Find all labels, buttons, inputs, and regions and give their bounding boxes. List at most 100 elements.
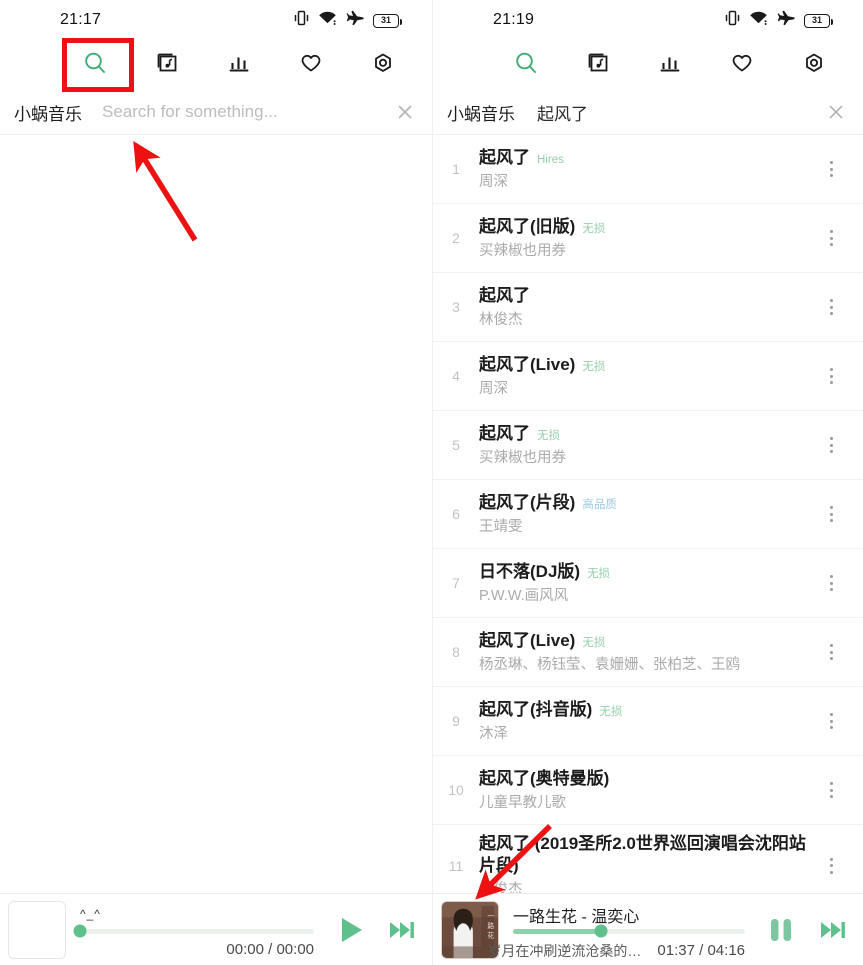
- ranking-chart-icon[interactable]: [222, 46, 256, 80]
- quality-badge: 无损: [582, 637, 606, 650]
- song-title: 起风了: [479, 286, 530, 306]
- search-bar-left: 小蜗音乐: [0, 90, 432, 135]
- panel-divider: [432, 0, 433, 965]
- song-more-options-icon[interactable]: [823, 855, 839, 877]
- song-info: 起风了 林俊杰: [479, 285, 863, 329]
- song-more-options-icon[interactable]: [823, 572, 839, 594]
- clear-search-icon[interactable]: [825, 101, 847, 123]
- settings-hexagon-icon[interactable]: [797, 46, 831, 80]
- pause-icon[interactable]: [755, 904, 807, 956]
- table-row[interactable]: 1 起风了 Hires 周深: [433, 135, 863, 204]
- search-icon[interactable]: [509, 46, 543, 80]
- song-artist: 儿童早教儿歌: [479, 794, 566, 811]
- heart-icon[interactable]: [294, 46, 328, 80]
- song-index: 8: [452, 644, 460, 660]
- time-display: 01:37 / 04:16: [657, 942, 745, 959]
- song-title: 起风了(抖音版): [479, 700, 593, 720]
- clear-search-icon[interactable]: [394, 101, 416, 123]
- heart-icon[interactable]: [725, 46, 759, 80]
- app-name-label: 小蜗音乐: [14, 104, 82, 124]
- battery-icon: 31: [804, 13, 833, 28]
- search-results-empty-left: [0, 135, 432, 965]
- table-row[interactable]: 9 起风了(抖音版) 无损 沐泽: [433, 687, 863, 756]
- song-more-options-icon[interactable]: [823, 710, 839, 732]
- airplane-mode-icon: [777, 10, 795, 31]
- song-info: 起风了 (2019圣所2.0世界巡回演唱会沈阳站片段) 林俊杰: [479, 833, 863, 899]
- search-query-text[interactable]: 起风了: [537, 100, 588, 125]
- song-index: 4: [452, 368, 460, 384]
- song-more-options-icon[interactable]: [823, 434, 839, 456]
- song-index: 7: [452, 575, 460, 591]
- next-track-icon[interactable]: [807, 904, 859, 956]
- left-screen-panel: 21:17 31 小蜗音乐 Search for something... ^_…: [0, 0, 432, 965]
- song-title-line: 起风了 (2019圣所2.0世界巡回演唱会沈阳站片段): [479, 833, 817, 877]
- song-artist: 周深: [479, 173, 508, 190]
- table-row[interactable]: 10 起风了(奥特曼版) 儿童早教儿歌: [433, 756, 863, 825]
- song-info: 起风了(片段) 高品质王靖雯: [479, 492, 863, 536]
- song-title: 起风了: [479, 424, 530, 444]
- song-artist: 王靖雯: [479, 518, 523, 535]
- wifi-icon: [749, 10, 768, 31]
- next-track-icon[interactable]: [376, 904, 428, 956]
- now-playing-album-art[interactable]: [8, 900, 66, 959]
- song-artist: 买辣椒也用券: [479, 242, 566, 259]
- song-more-options-icon[interactable]: [823, 158, 839, 180]
- progress-knob[interactable]: [594, 924, 608, 938]
- settings-hexagon-icon[interactable]: [366, 46, 400, 80]
- player-bar-left: ^_^ 00:00 / 00:00: [0, 893, 432, 965]
- table-row[interactable]: 3 起风了林俊杰: [433, 273, 863, 342]
- song-title: 起风了(片段): [479, 493, 576, 513]
- status-bar-right: 21:19 31: [433, 0, 863, 36]
- song-title: 起风了(奥特曼版): [479, 769, 610, 789]
- song-artist: 买辣椒也用券: [479, 449, 566, 466]
- app-name-label: 小蜗音乐: [447, 104, 515, 124]
- table-row[interactable]: 5 起风了 无损 买辣椒也用券: [433, 411, 863, 480]
- battery-icon: 31: [373, 13, 402, 28]
- playlist-icon[interactable]: [581, 46, 615, 80]
- song-title-line: 日不落(DJ版) 无损: [479, 561, 817, 583]
- song-info: 起风了(Live) 无损 杨丞琳、杨钰莹、袁姗姗、张柏芝、王鸥: [479, 630, 863, 674]
- progress-bar[interactable]: [73, 924, 314, 938]
- search-icon[interactable]: [78, 46, 112, 80]
- song-index: 11: [448, 857, 464, 874]
- song-artist: 林俊杰: [479, 311, 523, 328]
- play-icon[interactable]: [324, 904, 376, 956]
- progress-fill: [513, 928, 602, 934]
- battery-level: 31: [811, 15, 822, 25]
- vibrate-icon: [294, 10, 309, 31]
- song-more-options-icon[interactable]: [823, 365, 839, 387]
- table-row[interactable]: 6 起风了(片段) 高品质王靖雯: [433, 480, 863, 549]
- song-artist: P.W.W.画风风: [479, 587, 569, 604]
- song-info: 起风了 Hires 周深: [479, 147, 863, 191]
- song-index: 1: [452, 161, 460, 177]
- table-row[interactable]: 2 起风了(旧版) 无损 买辣椒也用券: [433, 204, 863, 273]
- song-index: 6: [452, 506, 460, 522]
- playlist-icon[interactable]: [150, 46, 184, 80]
- song-artist: 沐泽: [479, 725, 508, 742]
- search-input[interactable]: [102, 102, 432, 122]
- song-more-options-icon[interactable]: [823, 503, 839, 525]
- song-index: 3: [452, 299, 460, 315]
- player-info-left: ^_^ 00:00 / 00:00: [66, 901, 324, 959]
- table-row[interactable]: 7 日不落(DJ版) 无损 P.W.W.画风风: [433, 549, 863, 618]
- table-row[interactable]: 8 起风了(Live) 无损 杨丞琳、杨钰莹、袁姗姗、张柏芝、王鸥: [433, 618, 863, 687]
- now-playing-title: 一路生花 - 温奕心: [513, 908, 640, 926]
- song-index: 5: [452, 437, 460, 453]
- song-more-options-icon[interactable]: [823, 641, 839, 663]
- search-results-list[interactable]: 1 起风了 Hires 周深 2 起风了(旧版) 无损 买辣椒也用券 3 起风了 林俊杰 4 起风了(L…: [433, 135, 863, 965]
- song-title: 起风了(Live): [479, 355, 576, 375]
- song-title: 起风了 (2019圣所2.0世界巡回演唱会沈阳站片段): [479, 834, 806, 875]
- song-more-options-icon[interactable]: [823, 227, 839, 249]
- song-index: 2: [452, 230, 460, 246]
- song-title-line: 起风了(Live) 无损: [479, 354, 817, 376]
- progress-knob[interactable]: [73, 924, 87, 938]
- song-more-options-icon[interactable]: [823, 779, 839, 801]
- search-bar-right: 小蜗音乐 起风了: [433, 90, 863, 135]
- player-subrow: 00:00 / 00:00: [80, 941, 314, 958]
- ranking-chart-icon[interactable]: [653, 46, 687, 80]
- table-row[interactable]: 4 起风了(Live) 无损 周深: [433, 342, 863, 411]
- song-more-options-icon[interactable]: [823, 296, 839, 318]
- song-title-line: 起风了(抖音版) 无损: [479, 699, 817, 721]
- quality-badge: 高品质: [582, 499, 617, 512]
- progress-bar[interactable]: [513, 924, 745, 938]
